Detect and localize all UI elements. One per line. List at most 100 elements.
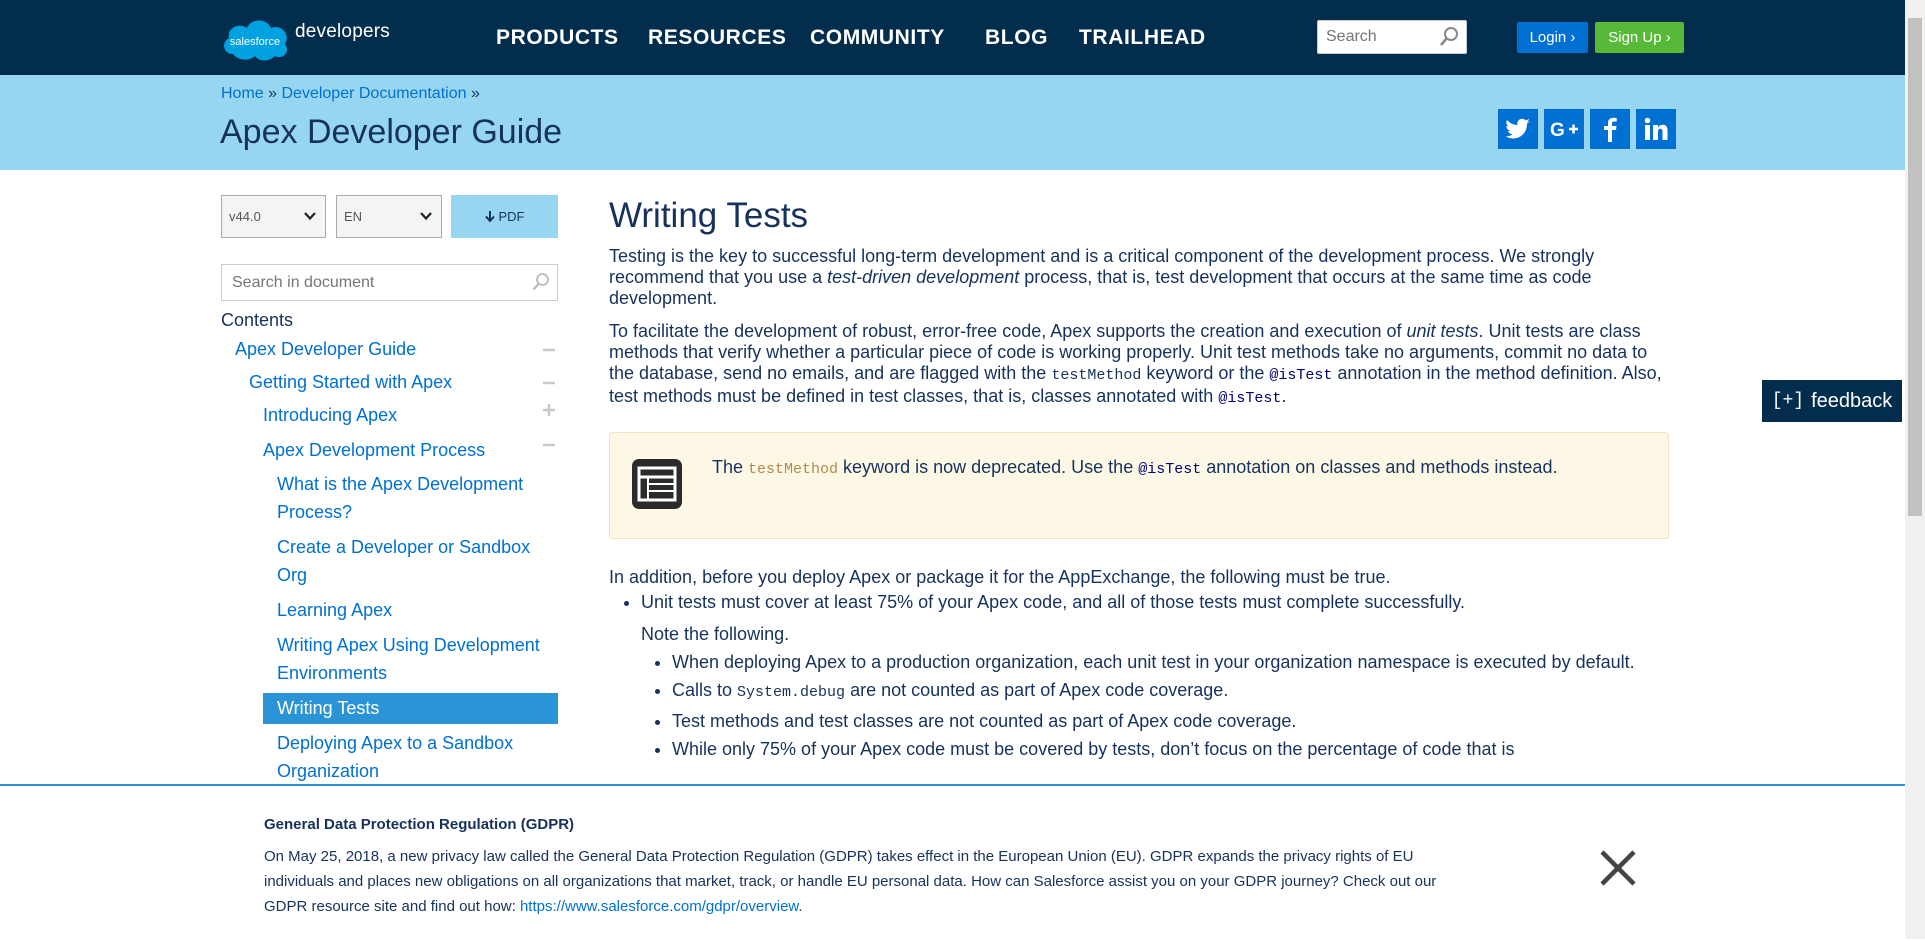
nav-trailhead[interactable]: TRAILHEAD [1079,26,1206,50]
text: are not counted as part of Apex code cov… [845,680,1229,700]
text: On May 25, 2018, a new privacy law calle… [264,848,1437,915]
toc-item-create-a-developer-or-sandbox-org[interactable]: Create a Developer or Sandbox Org [277,533,547,589]
login-button[interactable]: Login › [1517,22,1588,53]
version-select[interactable]: v44.0 [221,195,326,238]
toc-item-writing-apex-using-development-environments[interactable]: Writing Apex Using Development Environme… [277,631,552,687]
top-nav-bar: salesforce developers PRODUCTS RESOURCES… [0,0,1905,75]
feedback-prefix: [+] [1771,391,1805,411]
expand-icon[interactable] [542,403,556,417]
toc-item-learning-apex[interactable]: Learning Apex [277,596,392,624]
emphasis: test-driven development [827,267,1020,287]
toc-item-apex-development-process[interactable]: Apex Development Process [263,436,485,464]
logo-wordmark: developers [295,21,390,42]
list-item: While only 75% of your Apex code must be… [672,735,1669,763]
toc-item-introducing-apex[interactable]: Introducing Apex [263,401,397,429]
text: . [798,898,803,915]
code-testmethod: testMethod [1051,367,1142,384]
search-icon[interactable] [1438,26,1460,53]
article-title: Writing Tests [609,196,809,235]
google-plus-icon[interactable]: G [1544,109,1584,149]
linkedin-icon[interactable] [1636,109,1676,149]
requirements-list: Unit tests must cover at least 75% of yo… [609,592,1669,763]
text: To facilitate the development of robust,… [609,321,1407,341]
requirements-section: In addition, before you deploy Apex or p… [609,567,1669,763]
text: . [1281,386,1287,406]
document-search-input[interactable] [230,265,524,300]
breadcrumb-separator: » [470,85,480,102]
note-icon [630,457,684,511]
collapse-icon[interactable] [542,343,556,357]
list-item: Unit tests must cover at least 75% of yo… [641,592,1669,763]
code-istest: @isTest [1269,367,1333,384]
breadcrumb-developer-documentation[interactable]: Developer Documentation [282,85,467,102]
gdpr-banner: General Data Protection Regulation (GDPR… [0,784,1905,941]
search-icon[interactable] [531,272,551,297]
text: annotation on classes and methods instea… [1201,457,1558,477]
gdpr-overview-link[interactable]: https://www.salesforce.com/gdpr/overview [520,898,798,915]
toc-item-what-is-the-apex-development-process[interactable]: What is the Apex Development Process? [277,470,547,526]
text: The [712,457,749,477]
collapse-icon[interactable] [542,438,556,452]
site-search-input[interactable] [1324,21,1438,53]
toc-item-label: Writing Tests [277,698,380,718]
text: Unit tests must cover at least 75% of yo… [641,592,1466,612]
breadcrumb-separator: » [268,85,278,102]
breadcrumb: Home » Developer Documentation » [221,85,480,103]
nav-community[interactable]: COMMUNITY [810,26,945,50]
nav-products[interactable]: PRODUCTS [496,26,619,50]
code-istest: @isTest [1218,390,1282,407]
toc-item-deploying-apex-to-a-sandbox-organization[interactable]: Deploying Apex to a Sandbox Organization [277,729,547,785]
toc-item-getting-started-with-apex[interactable]: Getting Started with Apex [249,368,452,396]
signup-button[interactable]: Sign Up › [1595,22,1684,53]
salesforce-developers-logo[interactable]: salesforce developers [221,16,390,62]
list-item: Test methods and test classes are not co… [672,707,1669,735]
contents-heading: Contents [221,310,294,330]
chevron-down-icon [303,209,317,226]
text: keyword or the [1141,363,1270,383]
nav-blog[interactable]: BLOG [985,26,1048,50]
text: Calls to [672,680,738,700]
sub-list: When deploying Apex to a production orga… [641,648,1669,763]
unit-tests-paragraph: To facilitate the development of robust,… [609,321,1669,409]
page-banner: Home » Developer Documentation » Apex De… [0,75,1905,170]
gdpr-body: On May 25, 2018, a new privacy law calle… [264,844,1444,919]
page-scrollbar[interactable] [1905,0,1925,939]
requirements-intro: In addition, before you deploy Apex or p… [609,567,1391,587]
page-title: Apex Developer Guide [220,113,563,151]
code-testmethod: testMethod [748,461,839,478]
emphasis: unit tests [1406,321,1479,341]
feedback-button[interactable]: [+] feedback [1760,378,1904,424]
text: keyword is now deprecated. Use the [838,457,1139,477]
svg-text:G: G [1550,120,1565,140]
note-following: Note the following. [641,624,790,644]
collapse-icon[interactable] [542,376,556,390]
gdpr-title: General Data Protection Regulation (GDPR… [264,816,575,833]
pdf-label: PDF [498,209,525,224]
intro-paragraph: Testing is the key to successful long-te… [609,246,1669,309]
nav-resources[interactable]: RESOURCES [648,26,786,50]
chevron-down-icon [419,209,433,226]
language-select[interactable]: EN [336,195,442,238]
close-icon[interactable] [1596,846,1640,890]
main-content: Writing Tests Testing is the key to succ… [609,195,1669,409]
code-system-debug: System.debug [737,684,846,701]
download-pdf-button[interactable]: PDF [451,195,558,238]
code-istest: @isTest [1138,461,1202,478]
twitter-icon[interactable] [1498,109,1538,149]
site-search [1317,20,1467,54]
arrow-down-icon [484,210,495,223]
facebook-icon[interactable] [1590,109,1630,149]
language-select-value: EN [344,209,363,224]
deprecation-note: The testMethod keyword is now deprecated… [609,432,1669,539]
feedback-label: feedback [1811,389,1893,412]
list-item: When deploying Apex to a production orga… [672,648,1669,676]
toc-item-apex-developer-guide[interactable]: Apex Developer Guide [235,335,416,363]
list-item: Calls to System.debug are not counted as… [672,676,1669,707]
document-search [221,264,558,301]
scrollbar-thumb[interactable] [1908,18,1922,516]
breadcrumb-home[interactable]: Home [221,85,264,102]
version-select-value: v44.0 [229,209,261,224]
svg-text:salesforce: salesforce [230,36,280,48]
toc-item-writing-tests-active[interactable]: Writing Tests [263,693,558,724]
note-text: The testMethod keyword is now deprecated… [712,457,1557,478]
